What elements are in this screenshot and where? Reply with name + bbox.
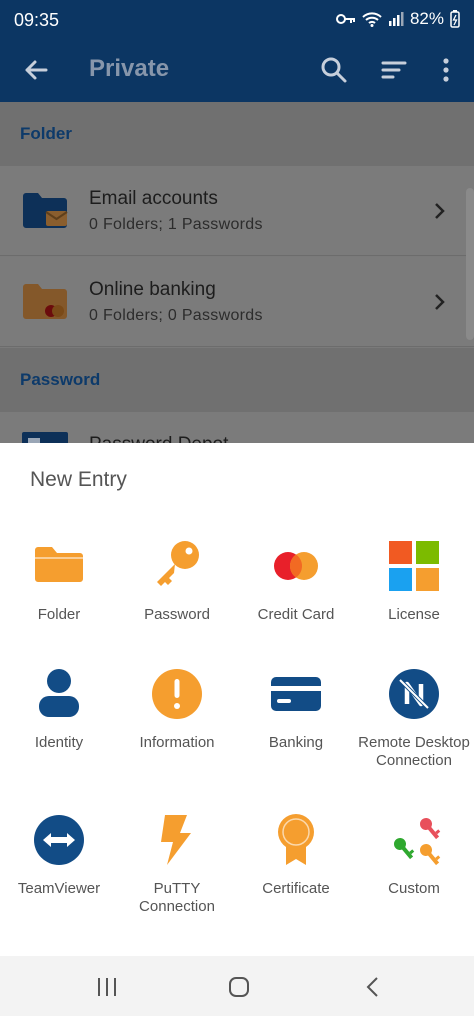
option-label: License <box>388 606 440 623</box>
remote-desktop-icon <box>389 669 439 719</box>
credit-card-icon <box>274 552 318 580</box>
new-information-option[interactable]: Information <box>118 666 236 752</box>
folder-detail: 0 Folders; 0 Passwords <box>89 307 263 324</box>
entries-list: Folder Email accounts 0 Folders; 1 Passw… <box>0 102 474 443</box>
section-label: Folder <box>20 124 72 143</box>
recent-apps-icon[interactable] <box>92 972 122 1002</box>
option-label: TeamViewer <box>17 880 101 897</box>
scrollbar[interactable] <box>466 188 474 340</box>
sort-icon[interactable] <box>378 54 410 86</box>
key-icon <box>157 541 199 586</box>
more-options-icon[interactable] <box>430 54 462 86</box>
sheet-title: New Entry <box>30 468 127 491</box>
page-title: Private <box>89 55 170 82</box>
custom-icon <box>394 818 441 866</box>
information-icon <box>152 669 202 719</box>
password-row[interactable]: Password Depot <box>0 412 474 443</box>
status-icons: 82% <box>335 9 460 29</box>
vpn-key-icon <box>335 14 355 24</box>
teamviewer-icon <box>34 815 84 865</box>
new-custom-option[interactable]: Custom <box>355 812 473 898</box>
option-label: Certificate <box>262 880 330 897</box>
wifi-icon <box>362 12 382 27</box>
folder-row-email[interactable]: Email accounts 0 Folders; 1 Passwords <box>0 166 474 256</box>
banking-icon <box>271 677 321 711</box>
folder-row-banking[interactable]: Online banking 0 Folders; 0 Passwords <box>0 257 474 347</box>
signal-icon <box>388 12 404 26</box>
option-label: Credit Card <box>257 606 335 623</box>
status-time: 09:35 <box>14 10 60 30</box>
new-license-option[interactable]: License <box>355 538 473 624</box>
option-label: Remote Desktop Connection <box>358 734 470 769</box>
section-label: Password <box>20 370 101 389</box>
option-label: Banking <box>268 734 324 751</box>
section-header-folder: Folder <box>0 102 474 166</box>
license-icon <box>389 541 439 591</box>
new-putty-option[interactable]: PuTTY Connection <box>118 812 236 916</box>
home-icon[interactable] <box>224 972 254 1002</box>
app-bar: Private <box>0 40 474 102</box>
status-bar: 09:35 82% <box>0 0 474 40</box>
putty-icon <box>161 815 191 865</box>
new-certificate-option[interactable]: Certificate <box>237 812 355 898</box>
new-remote-desktop-option[interactable]: Remote Desktop Connection <box>355 666 473 770</box>
search-icon[interactable] <box>318 54 350 86</box>
new-folder-option[interactable]: Folder <box>0 538 118 624</box>
new-teamviewer-option[interactable]: TeamViewer <box>0 812 118 898</box>
certificate-icon <box>278 814 314 865</box>
new-identity-option[interactable]: Identity <box>0 666 118 752</box>
section-header-password: Password <box>0 348 474 412</box>
new-banking-option[interactable]: Banking <box>237 666 355 752</box>
option-label: Folder <box>37 606 81 623</box>
new-password-option[interactable]: Password <box>118 538 236 624</box>
folder-name: Online banking <box>89 279 216 300</box>
folder-name: Email accounts <box>89 188 218 209</box>
system-nav-bar <box>0 956 474 1016</box>
option-label: Information <box>139 734 215 751</box>
battery-icon <box>450 10 460 28</box>
option-label: Custom <box>388 880 440 897</box>
option-label: Password <box>144 606 210 623</box>
folder-detail: 0 Folders; 1 Passwords <box>89 216 263 233</box>
option-label: PuTTY Connection <box>139 880 215 915</box>
back-arrow-icon[interactable] <box>20 54 52 86</box>
option-label: Identity <box>34 734 84 751</box>
back-nav-icon[interactable] <box>358 972 388 1002</box>
identity-icon <box>39 669 79 717</box>
battery-percent: 82% <box>409 9 444 28</box>
password-entry-icon <box>22 432 68 443</box>
chevron-right-icon <box>435 294 445 310</box>
banking-folder-icon <box>23 284 67 319</box>
new-credit-card-option[interactable]: Credit Card <box>237 538 355 624</box>
password-entry-name: Password Depot <box>89 434 228 443</box>
new-entry-sheet: New Entry Folder Password Credit Card Li… <box>0 443 474 956</box>
email-folder-icon <box>23 193 68 228</box>
folder-icon <box>35 547 83 582</box>
chevron-right-icon <box>435 203 445 219</box>
